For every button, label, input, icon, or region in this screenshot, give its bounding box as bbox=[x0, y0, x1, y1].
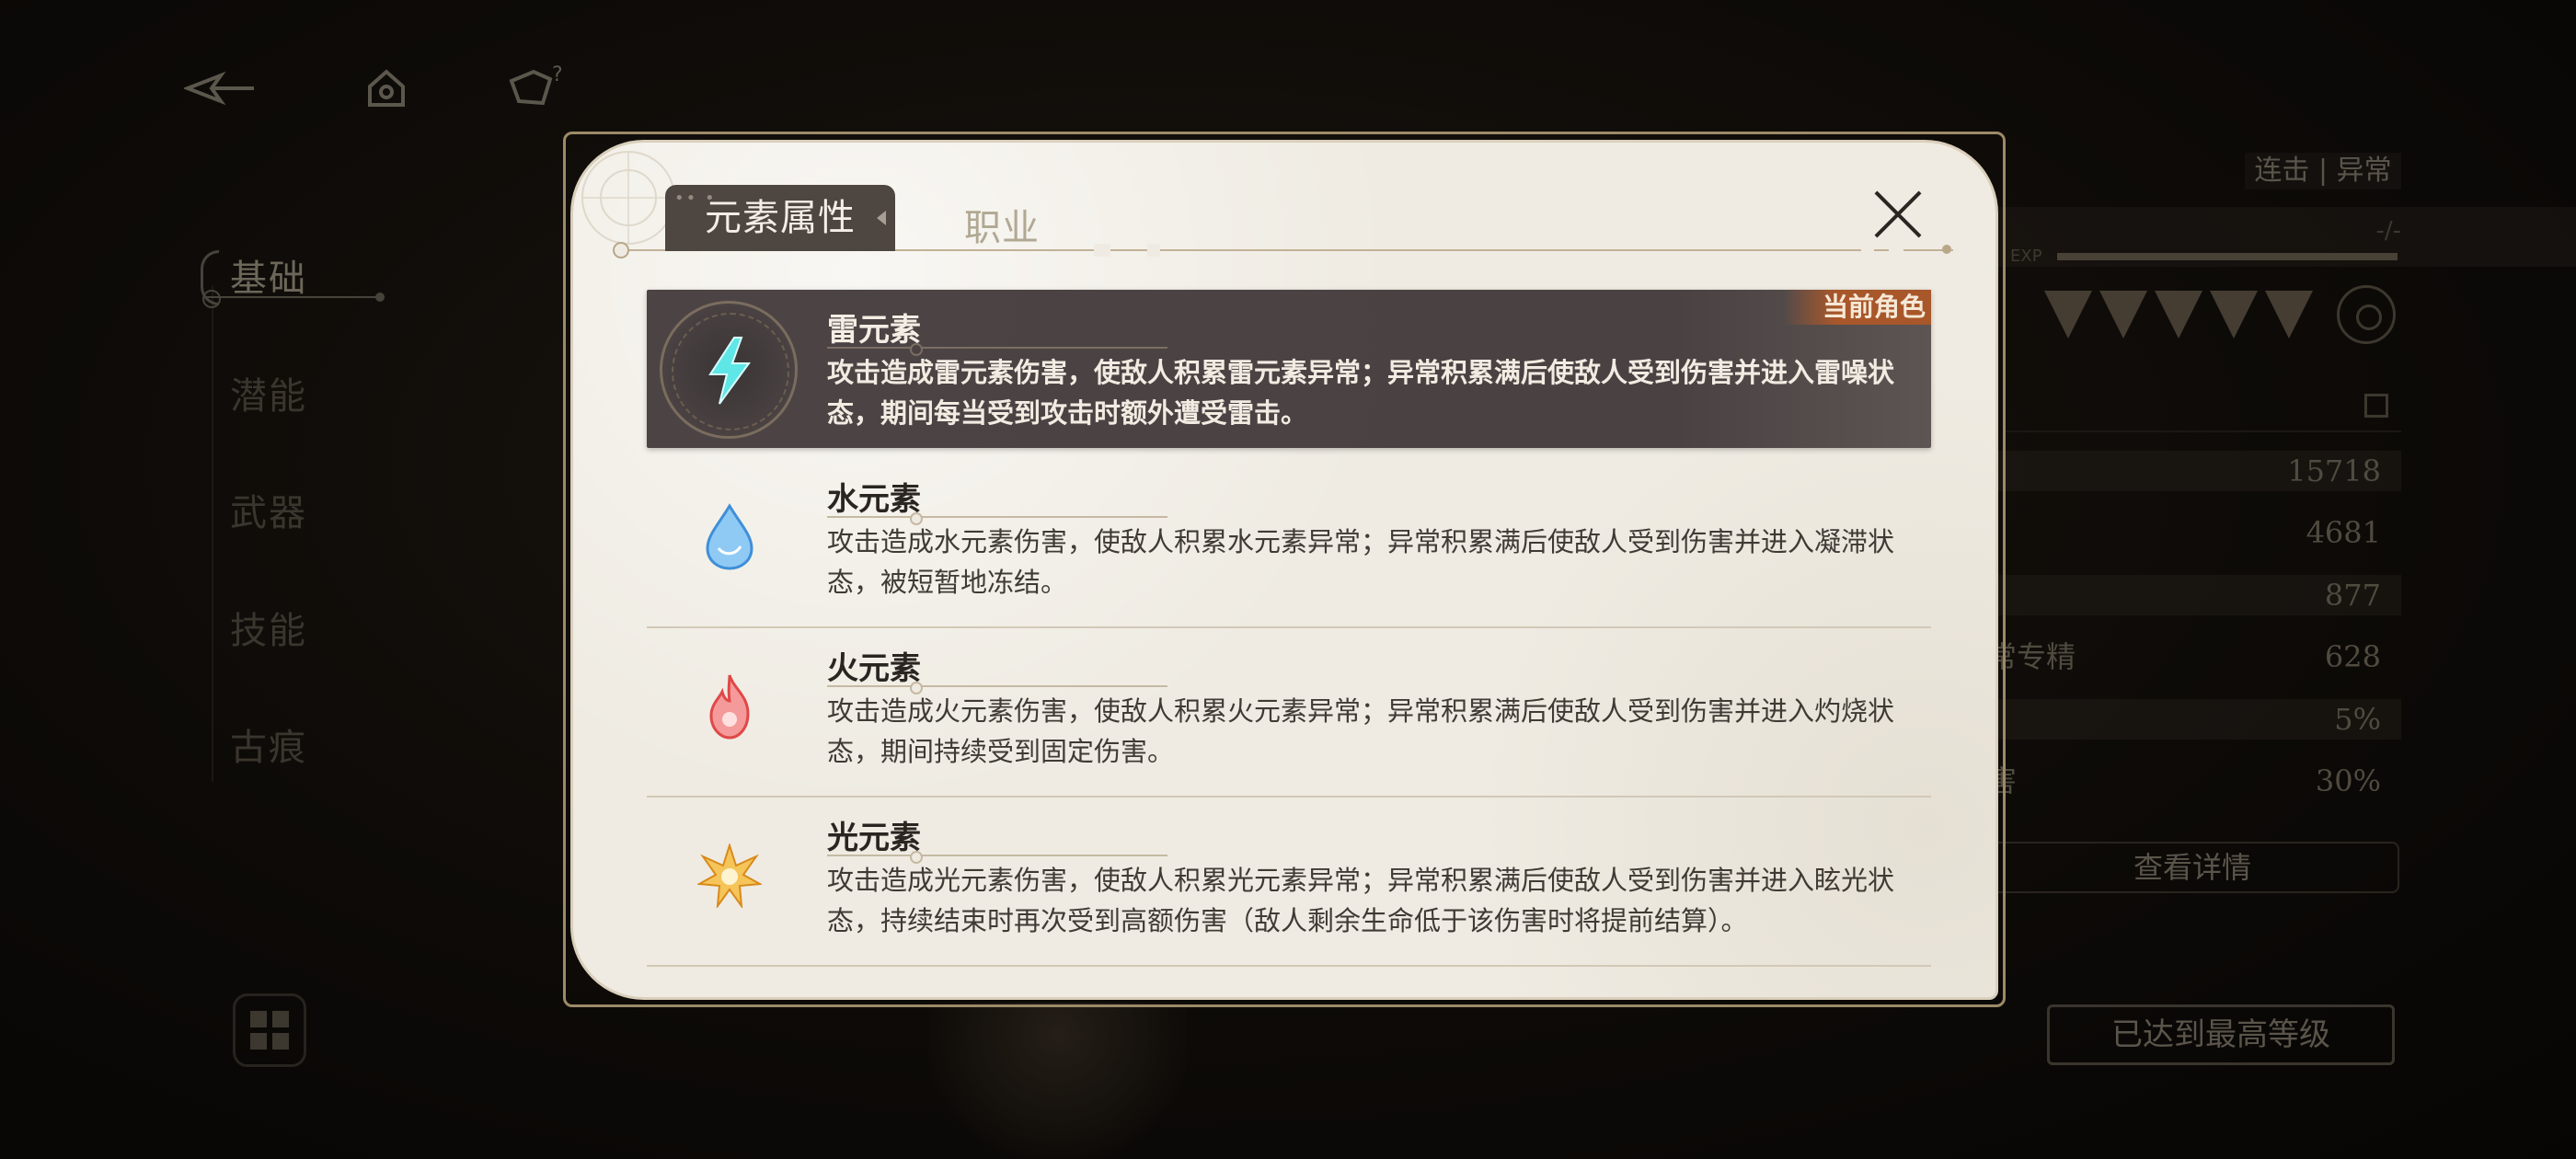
tab-line-gap bbox=[1094, 244, 1110, 257]
element-item-water[interactable]: 水元素 攻击造成水元素伤害，使敌人积累水元素异常；异常积累满后使敌人受到伤害并进… bbox=[647, 459, 1931, 628]
name-underline bbox=[827, 343, 1167, 356]
tab-line-gap bbox=[1889, 244, 1903, 257]
tab-label: 元素属性 bbox=[705, 197, 856, 239]
element-item-light[interactable]: 光元素 攻击造成光元素伤害，使敌人积累光元素异常；异常积累满后使敌人受到伤害并进… bbox=[647, 798, 1931, 967]
tab-line-gap bbox=[1861, 244, 1874, 257]
element-name: 光元素 bbox=[827, 820, 921, 856]
element-description: 攻击造成光元素伤害，使敌人积累光元素异常；异常积累满后使敌人受到伤害并进入眩光状… bbox=[827, 865, 1895, 936]
name-underline bbox=[827, 851, 1167, 864]
light-element-icon bbox=[684, 830, 776, 922]
element-name: 火元素 bbox=[827, 650, 921, 687]
tab-arrow-icon bbox=[877, 211, 886, 225]
element-description: 攻击造成雷元素伤害，使敌人积累雷元素异常；异常积累满后使敌人受到伤害并进入雷噪状… bbox=[827, 357, 1895, 429]
element-description: 攻击造成火元素伤害，使敌人积累火元素异常；异常积累满后使敌人受到伤害并进入灼烧状… bbox=[827, 695, 1895, 767]
name-underline bbox=[827, 682, 1167, 694]
element-description: 攻击造成水元素伤害，使敌人积累水元素异常；异常积累满后使敌人受到伤害并进入凝滞状… bbox=[827, 526, 1895, 598]
element-list: 雷元素 攻击造成雷元素伤害，使敌人积累雷元素异常；异常积累满后使敌人受到伤害并进… bbox=[647, 290, 1931, 967]
tab-class[interactable]: 职业 bbox=[964, 198, 1040, 251]
element-name: 水元素 bbox=[827, 481, 921, 518]
tab-line-ornament bbox=[1942, 245, 1951, 254]
element-item-fire[interactable]: 火元素 攻击造成火元素伤害，使敌人积累火元素异常；异常积累满后使敌人受到伤害并进… bbox=[647, 628, 1931, 798]
tab-line-ornament bbox=[613, 242, 629, 258]
element-attribute-modal: 元素属性 •• • 职业 雷元素 攻击造成雷元素伤害，使敌人积累雷元素异常；异常… bbox=[570, 140, 1998, 1000]
tab-dots-icon: •• • bbox=[674, 189, 717, 208]
lightning-element-icon bbox=[684, 325, 776, 417]
tab-line-gap bbox=[1147, 244, 1160, 257]
close-icon[interactable] bbox=[1870, 187, 1926, 242]
water-element-icon bbox=[684, 491, 776, 583]
element-item-lightning[interactable]: 雷元素 攻击造成雷元素伤害，使敌人积累雷元素异常；异常积累满后使敌人受到伤害并进… bbox=[647, 290, 1931, 448]
element-name: 雷元素 bbox=[827, 312, 921, 349]
current-character-badge: 当前角色 bbox=[1784, 290, 1931, 325]
fire-element-icon bbox=[684, 660, 776, 752]
name-underline bbox=[827, 512, 1167, 525]
